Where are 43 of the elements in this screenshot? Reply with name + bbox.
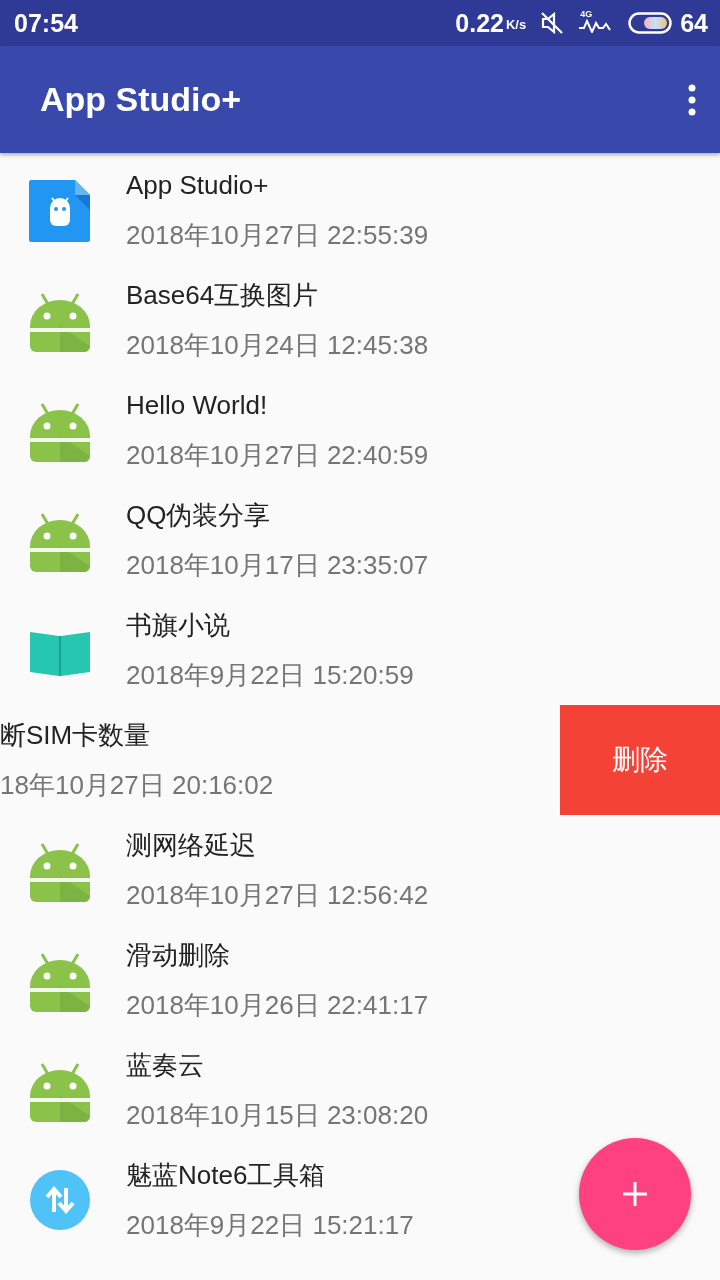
project-name: 魅蓝Note6工具箱 xyxy=(126,1160,327,1190)
project-name: QQ伪装分享 xyxy=(126,500,272,530)
more-icon xyxy=(688,83,696,116)
project-row[interactable]: 魅蓝Note6工具箱 2018年9月22日 15:21:17 xyxy=(0,1145,720,1255)
project-date: 2018年10月17日 23:35:07 xyxy=(126,550,429,580)
project-row[interactable]: 蓝奏云 2018年10月15日 23:08:20 xyxy=(0,1035,720,1145)
project-row[interactable]: App Studio+ 2018年10月27日 22:55:39 xyxy=(0,155,720,265)
network-type: 4G xyxy=(580,9,593,19)
project-row[interactable]: Base64互换图片 2018年10月24日 12:45:38 xyxy=(0,265,720,375)
project-date: 18年10月27日 20:16:02 xyxy=(0,770,274,800)
project-name: 滑动删除 xyxy=(126,940,231,970)
project-row[interactable]: QQ伪装分享 2018年10月17日 23:35:07 xyxy=(0,485,720,595)
project-name: 蓝奏云 xyxy=(126,1050,205,1080)
file-icon xyxy=(28,178,92,242)
add-button[interactable] xyxy=(579,1138,691,1250)
project-date: 2018年10月27日 12:56:42 xyxy=(126,880,429,910)
project-name: 测网络延迟 xyxy=(126,830,257,860)
project-row[interactable]: 书旗小说 2018年9月22日 15:20:59 xyxy=(0,595,720,705)
project-date: 2018年9月22日 15:20:59 xyxy=(126,660,414,690)
project-date: 2018年10月26日 22:41:17 xyxy=(126,990,429,1020)
clock-time: 07:54 xyxy=(14,8,78,38)
project-date: 2018年10月15日 23:08:20 xyxy=(126,1100,429,1130)
project-row[interactable]: 断SIM卡数量 18年10月27日 20:16:02 删除 xyxy=(0,705,720,815)
project-row[interactable]: 滑动删除 2018年10月26日 22:41:17 xyxy=(0,925,720,1035)
battery-icon xyxy=(628,12,673,34)
network-speed: 0.22 xyxy=(455,8,504,38)
project-name: Base64互换图片 xyxy=(126,280,320,310)
speed-unit: K/s xyxy=(505,16,527,32)
project-name: App Studio+ xyxy=(126,170,270,200)
app-title: App Studio+ xyxy=(40,80,242,119)
transfer-arrows-icon xyxy=(28,1168,92,1232)
project-name: 书旗小说 xyxy=(126,610,231,640)
project-date: 2018年9月22日 15:21:17 xyxy=(126,1210,414,1240)
delete-button[interactable]: 删除 xyxy=(560,705,720,815)
project-date: 2018年10月27日 22:55:39 xyxy=(126,220,429,250)
project-row[interactable]: 测网络延迟 2018年10月27日 12:56:42 xyxy=(0,815,720,925)
project-name: Hello World! xyxy=(126,390,269,420)
plus-icon xyxy=(622,1181,648,1207)
project-name: 断SIM卡数量 xyxy=(0,720,152,750)
battery-level: 64 xyxy=(680,8,708,38)
project-date: 2018年10月27日 22:40:59 xyxy=(126,440,429,470)
project-date: 2018年10月24日 12:45:38 xyxy=(126,330,429,360)
project-row[interactable]: Hello World! 2018年10月27日 22:40:59 xyxy=(0,375,720,485)
